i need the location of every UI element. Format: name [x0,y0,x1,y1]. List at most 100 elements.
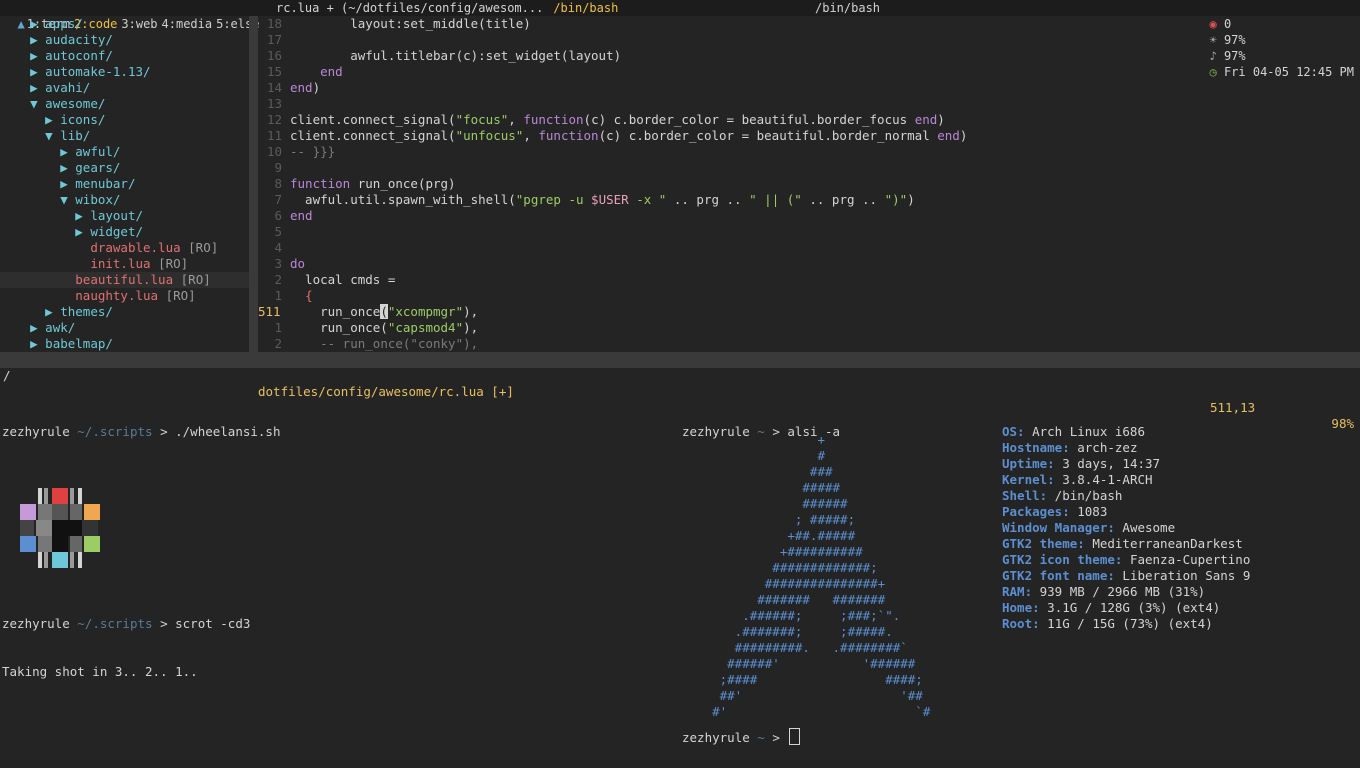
prompt-command: scrot -cd3 [175,616,251,631]
system-info-list: OS: Arch Linux i686 Hostname: arch-zez Upt… [1002,424,1250,632]
collapsed-arrow-icon[interactable]: ▶ [45,112,53,127]
code-line[interactable]: 2 local cmds = [258,272,1360,288]
sysinfo-value: 3 days, 14:37 [1054,456,1161,471]
ansi-color-block [78,488,82,504]
code-line[interactable]: 10 -- }}} [258,144,1360,160]
tree-dir-item[interactable]: ▶ themes/ [0,304,249,320]
code-line[interactable]: 8 function run_once(prg) [258,176,1360,192]
line-number: 14 [266,80,282,95]
expanded-arrow-icon[interactable]: ▼ [45,128,53,143]
code-line[interactable]: 16 awful.titlebar(c):set_widget(layout) [258,48,1360,64]
tree-dir-item[interactable]: ▼ wibox/ [0,192,249,208]
code-line[interactable]: 5 [258,224,1360,240]
collapsed-arrow-icon[interactable]: ▶ [30,80,38,95]
tree-item-name: wibox/ [75,192,121,207]
line-number: 2 [274,336,282,351]
code-line[interactable]: 1 { [258,288,1360,304]
tree-item-name: lib/ [60,128,91,143]
expanded-arrow-icon[interactable]: ▼ [30,96,38,111]
code-line[interactable]: 3 do [258,256,1360,272]
tree-dir-item[interactable]: ▶ automake-1.13/ [0,64,249,80]
terminal-left[interactable]: zezhyrule ~/.scripts > ./wheelansi.sh ze… [2,392,662,696]
tree-item-name: autoconf/ [45,48,113,63]
tree-file-item[interactable]: naughty.lua [RO] [0,288,249,304]
code-line[interactable]: 2 -- run_once("conky"), [258,336,1360,352]
sysinfo-key: Kernel: [1002,472,1055,487]
tree-dir-item[interactable]: ▶ awk/ [0,320,249,336]
tree-dir-item[interactable]: ▶ widget/ [0,224,249,240]
ansi-color-block [20,520,34,536]
code-line[interactable]: 7 awful.util.spawn_with_shell("pgrep -u … [258,192,1360,208]
prompt-arrow: > [160,424,168,439]
sysinfo-row: Hostname: arch-zez [1002,440,1250,456]
code-line[interactable]: 11 client.connect_signal("unfocus", funct… [258,128,1360,144]
tree-dir-item[interactable]: ▼ lib/ [0,128,249,144]
sysinfo-value: Faenza-Cupertino [1122,552,1251,567]
code-line[interactable]: 6 end [258,208,1360,224]
collapsed-arrow-icon[interactable]: ▶ [60,160,68,175]
line-number: 3 [274,256,282,271]
prompt-user: zezhyrule [682,730,750,745]
collapsed-arrow-icon[interactable]: ▶ [30,336,38,351]
tree-dir-item[interactable]: ▶ avahi/ [0,80,249,96]
collapsed-arrow-icon[interactable]: ▶ [30,64,38,79]
sysinfo-key: Window Manager: [1002,520,1115,535]
collapsed-arrow-icon[interactable]: ▶ [30,32,38,47]
tree-item-name: awk/ [45,320,76,335]
tree-file-item[interactable]: drawable.lua [RO] [0,240,249,256]
expanded-arrow-icon[interactable]: ▼ [60,192,68,207]
tree-dir-item[interactable]: ▶ audacity/ [0,32,249,48]
code-line[interactable]: 14 end) [258,80,1360,96]
tree-dir-item[interactable]: ▶ apps/ [0,16,249,32]
prompt-path: ~ [757,730,765,745]
tree-dir-item[interactable]: ▶ layout/ [0,208,249,224]
vim-statusline: / dotfiles/config/awesome/rc.lua [+] 511… [0,352,1360,431]
line-number: 17 [266,32,282,47]
collapsed-arrow-icon[interactable]: ▶ [30,320,38,335]
tree-dir-item[interactable]: ▶ autoconf/ [0,48,249,64]
tree-item-name: drawable.lua [90,240,181,255]
collapsed-arrow-icon[interactable]: ▶ [60,144,68,159]
code-buffer[interactable]: 18 layout:set_middle(title) 17 16 awful.ti… [258,16,1360,352]
code-line[interactable]: 1 run_once("capsmod4"), [258,320,1360,336]
nerdtree-panel: ▶ apps/ ▶ audacity/ ▶ autoconf/ ▶ automa… [0,16,249,352]
tree-file-item[interactable]: init.lua [RO] [0,256,249,272]
sysinfo-row: GTK2 icon theme: Faenza-Cupertino [1002,552,1250,568]
terminal-right[interactable]: zezhyrule ~ > alsi -a + # ### ##### ####… [682,392,1352,752]
collapsed-arrow-icon[interactable]: ▶ [60,176,68,191]
code-line[interactable]: 17 [258,32,1360,48]
tree-item-name: awesome/ [45,96,106,111]
prompt-arrow: > [772,730,780,745]
code-text: layout:set_middle(title) [290,16,531,31]
code-line[interactable]: 15 end [258,64,1360,80]
tree-dir-item[interactable]: ▶ icons/ [0,112,249,128]
tree-item-name: gears/ [75,160,121,175]
code-line[interactable]: 18 layout:set_middle(title) [258,16,1360,32]
code-line[interactable]: 4 [258,240,1360,256]
tree-dir-item[interactable]: ▼ awesome/ [0,96,249,112]
tree-file-item[interactable]: beautiful.lua [RO] [0,272,249,288]
tree-dir-item[interactable]: ▶ babelmap/ [0,336,249,352]
ansi-color-block [70,536,82,552]
tree-dir-item[interactable]: ▶ gears/ [0,160,249,176]
collapsed-arrow-icon[interactable]: ▶ [45,304,53,319]
code-line[interactable]: 9 [258,160,1360,176]
vertical-split-divider[interactable] [249,16,258,352]
collapsed-arrow-icon[interactable]: ▶ [30,48,38,63]
sysinfo-value: MediterraneanDarkest [1084,536,1243,551]
code-line[interactable]: 12 client.connect_signal("focus", functio… [258,112,1360,128]
ansi-color-block [70,552,74,568]
collapsed-arrow-icon[interactable]: ▶ [75,224,83,239]
code-text: function run_once(prg) [290,176,456,191]
readonly-tag: [RO] [165,288,196,303]
prompt-path: ~/.scripts [77,424,153,439]
line-number: 15 [266,64,282,79]
collapsed-arrow-icon[interactable]: ▶ [75,208,83,223]
code-line[interactable]: 511 run_once("xcompmgr"), [258,304,1360,320]
line-number: 13 [266,96,282,111]
code-line[interactable]: 13 [258,96,1360,112]
tree-dir-item[interactable]: ▶ awful/ [0,144,249,160]
tree-item-name: awful/ [75,144,121,159]
collapsed-arrow-icon[interactable]: ▶ [30,16,38,31]
tree-dir-item[interactable]: ▶ menubar/ [0,176,249,192]
